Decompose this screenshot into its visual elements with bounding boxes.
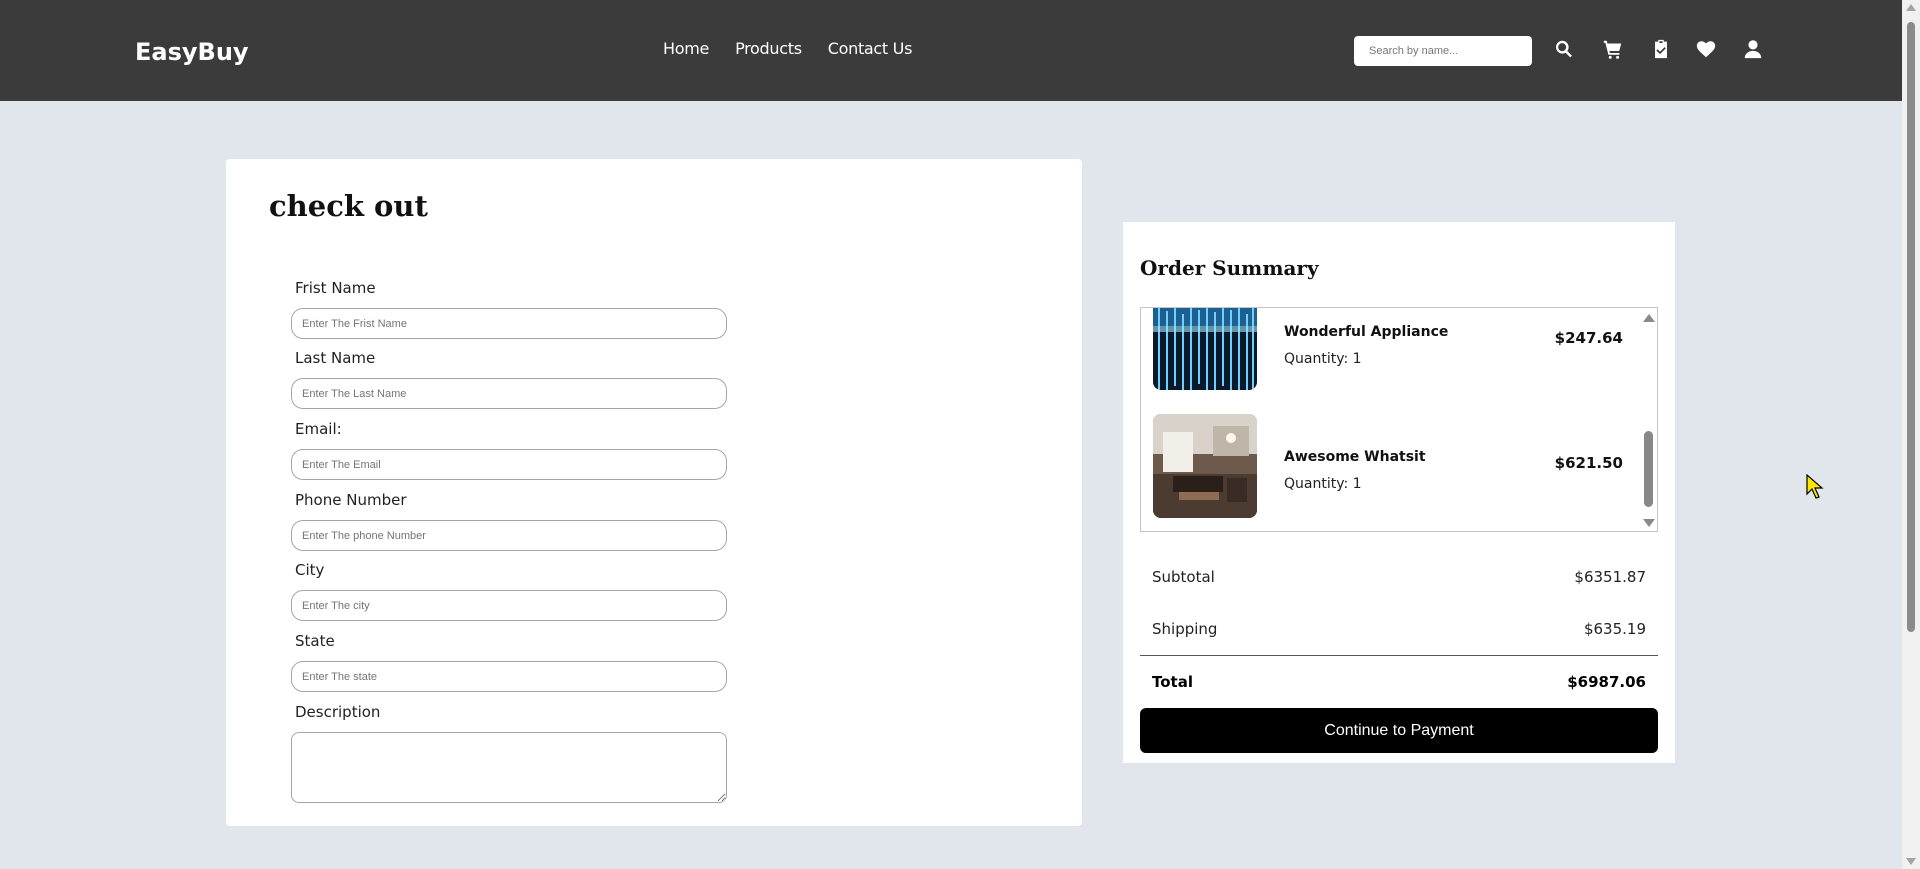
scroll-down-arrow-icon[interactable] bbox=[1906, 858, 1916, 865]
heart-icon[interactable] bbox=[1695, 38, 1717, 60]
cart-icon[interactable] bbox=[1602, 38, 1624, 60]
total-label: Total bbox=[1152, 673, 1193, 691]
search-input[interactable] bbox=[1354, 36, 1532, 66]
nav-link-contact-us[interactable]: Contact Us bbox=[828, 39, 913, 58]
continue-to-payment-button[interactable]: Continue to Payment bbox=[1140, 708, 1658, 753]
checkout-form-card: check out Frist Name Last Name Email: Ph… bbox=[226, 159, 1082, 826]
order-item-quantity: Quantity: 1 bbox=[1284, 476, 1362, 492]
description-label: Description bbox=[295, 703, 381, 721]
order-items-scrollbar[interactable] bbox=[1640, 308, 1657, 531]
subtotal-label: Subtotal bbox=[1152, 568, 1215, 586]
order-summary-title: Order Summary bbox=[1140, 256, 1319, 280]
nav-link-home[interactable]: Home bbox=[663, 39, 709, 58]
city-label: City bbox=[295, 561, 325, 579]
description-textarea[interactable] bbox=[291, 732, 727, 803]
first-name-field[interactable] bbox=[291, 308, 727, 339]
phone-number-label: Phone Number bbox=[295, 491, 407, 509]
order-item: Wonderful Appliance Quantity: 1 $247.64 bbox=[1153, 308, 1623, 392]
subtotal-value: $6351.87 bbox=[1574, 568, 1646, 586]
scroll-up-arrow-icon[interactable] bbox=[1906, 4, 1916, 11]
last-name-field[interactable] bbox=[291, 378, 727, 409]
city-field[interactable] bbox=[291, 590, 727, 621]
nav-link-products[interactable]: Products bbox=[735, 39, 802, 58]
first-name-label: Frist Name bbox=[295, 279, 376, 297]
email-field[interactable] bbox=[291, 449, 727, 480]
user-icon[interactable] bbox=[1742, 38, 1764, 60]
mouse-cursor-icon bbox=[1806, 474, 1824, 499]
order-item-name: Awesome Whatsit bbox=[1284, 449, 1426, 465]
scroll-up-arrow-icon[interactable] bbox=[1643, 314, 1655, 322]
main-nav: Home Products Contact Us bbox=[663, 39, 912, 58]
order-item-price: $621.50 bbox=[1554, 454, 1623, 472]
state-field[interactable] bbox=[291, 661, 727, 692]
search-icon[interactable] bbox=[1553, 38, 1575, 60]
state-label: State bbox=[295, 632, 335, 650]
order-item-name: Wonderful Appliance bbox=[1284, 324, 1449, 340]
total-row: Total $6987.06 bbox=[1152, 673, 1646, 691]
page-scrollbar[interactable] bbox=[1902, 0, 1920, 869]
shipping-row: Shipping $635.19 bbox=[1152, 620, 1646, 638]
total-divider bbox=[1140, 655, 1658, 656]
product-image-wonderful-appliance bbox=[1153, 308, 1257, 390]
checkout-title: check out bbox=[269, 189, 428, 223]
email-label: Email: bbox=[295, 420, 342, 438]
order-item: Awesome Whatsit Quantity: 1 $621.50 bbox=[1153, 414, 1623, 520]
product-image-awesome-whatsit bbox=[1153, 414, 1257, 518]
last-name-label: Last Name bbox=[295, 349, 376, 367]
total-value: $6987.06 bbox=[1567, 673, 1646, 691]
brand-logo[interactable]: EasyBuy bbox=[135, 38, 249, 66]
clipboard-check-icon[interactable] bbox=[1650, 38, 1672, 60]
order-item-quantity: Quantity: 1 bbox=[1284, 351, 1362, 367]
phone-number-field[interactable] bbox=[291, 520, 727, 551]
page-scrollbar-thumb[interactable] bbox=[1907, 22, 1915, 632]
subtotal-row: Subtotal $6351.87 bbox=[1152, 568, 1646, 586]
order-items-list[interactable]: Wonderful Appliance Quantity: 1 $247.64 bbox=[1140, 307, 1658, 532]
order-item-price: $247.64 bbox=[1554, 329, 1623, 347]
order-summary-card: Order Summary Wonderful Appliance Quanti… bbox=[1123, 222, 1675, 763]
top-navbar: EasyBuy Home Products Contact Us bbox=[0, 0, 1902, 101]
shipping-label: Shipping bbox=[1152, 620, 1218, 638]
shipping-value: $635.19 bbox=[1583, 620, 1646, 638]
scroll-down-arrow-icon[interactable] bbox=[1643, 519, 1655, 527]
scrollbar-thumb[interactable] bbox=[1644, 431, 1653, 507]
